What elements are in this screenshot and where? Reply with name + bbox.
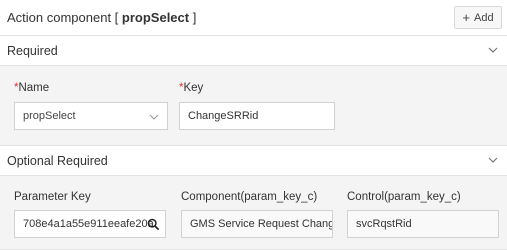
title-suffix: ] bbox=[189, 10, 197, 25]
add-button[interactable]: + Add bbox=[454, 6, 502, 29]
search-icon[interactable] bbox=[147, 218, 160, 231]
control-param-label: Control(param_key_c) bbox=[347, 191, 461, 203]
control-param-value: svcRqstRid bbox=[356, 218, 412, 230]
component-header: Action component [ propSelect ] + Add bbox=[0, 0, 507, 36]
component-param-input[interactable]: GMS Service Request Change bbox=[181, 210, 333, 238]
add-button-label: Add bbox=[474, 11, 494, 24]
chevron-down-icon bbox=[488, 47, 498, 53]
title-component-name: propSelect bbox=[121, 10, 190, 25]
chevron-down-icon bbox=[149, 114, 159, 120]
required-section-toggle[interactable]: Required bbox=[0, 36, 507, 66]
name-select-value: propSelect bbox=[23, 110, 76, 122]
optional-section-label: Optional Required bbox=[7, 154, 108, 168]
required-panel: *Name propSelect *Key ChangeSRRid bbox=[0, 66, 507, 146]
parameter-key-input[interactable]: 708e4a1a55e911eeafe20a bbox=[14, 210, 166, 238]
component-param-value: GMS Service Request Change bbox=[190, 218, 333, 230]
title-prefix: Action component [ bbox=[7, 10, 122, 25]
name-field-label: *Name bbox=[14, 82, 50, 94]
control-param-input[interactable]: svcRqstRid bbox=[347, 210, 499, 238]
key-input-value: ChangeSRRid bbox=[188, 110, 259, 122]
name-select[interactable]: propSelect bbox=[14, 102, 168, 130]
optional-section-toggle[interactable]: Optional Required bbox=[0, 146, 507, 176]
component-param-label: Component(param_key_c) bbox=[181, 191, 318, 203]
optional-panel: Parameter Key 708e4a1a55e911eeafe20a Com… bbox=[0, 176, 507, 250]
required-section-label: Required bbox=[7, 44, 58, 58]
key-input[interactable]: ChangeSRRid bbox=[179, 102, 335, 130]
key-field-label: *Key bbox=[179, 82, 204, 94]
parameter-key-label: Parameter Key bbox=[14, 191, 91, 203]
chevron-down-icon bbox=[488, 157, 498, 163]
parameter-key-value: 708e4a1a55e911eeafe20a bbox=[23, 218, 154, 230]
plus-icon: + bbox=[462, 10, 470, 25]
page-title: Action component [ propSelect ] bbox=[7, 10, 196, 25]
